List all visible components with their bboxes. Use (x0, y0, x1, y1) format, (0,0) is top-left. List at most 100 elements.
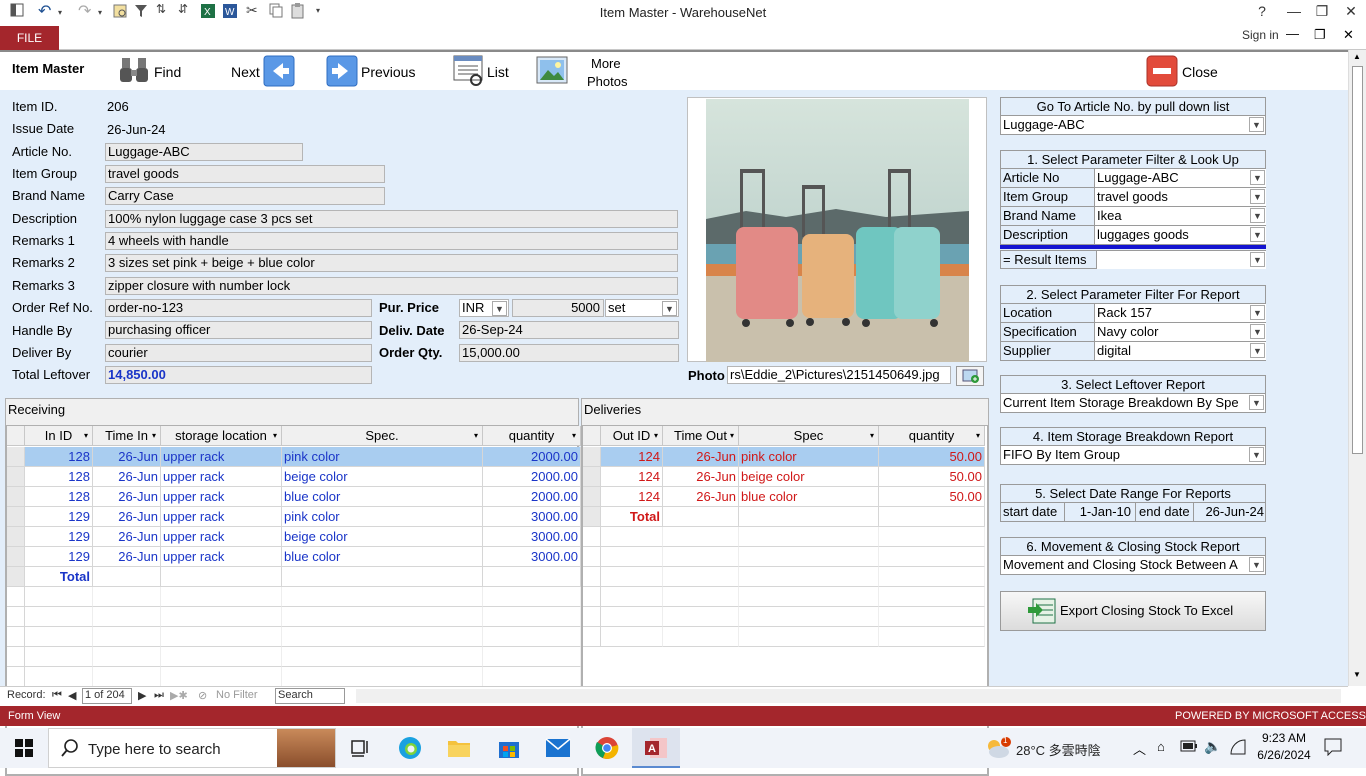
photo-path-field[interactable]: rs\Eddie_2\Pictures\2151450649.jpg (727, 366, 951, 384)
column-header[interactable]: Out ID ▾ (601, 426, 663, 446)
restore-icon[interactable]: ❐ (1312, 3, 1332, 20)
currency-dropdown-icon[interactable]: ▼ (492, 301, 507, 316)
export-closing-stock-button[interactable]: Export Closing Stock To Excel (1000, 591, 1266, 631)
order-ref-field[interactable]: order-no-123 (105, 299, 372, 317)
battery-icon[interactable] (1180, 740, 1198, 755)
filter-select[interactable]: Ikea ▼ (1094, 207, 1266, 225)
volume-icon[interactable]: 🔈 (1204, 738, 1221, 755)
row-selector[interactable] (7, 447, 25, 467)
table-cell[interactable]: 50.00 (879, 447, 985, 467)
table-cell[interactable]: upper rack (161, 467, 282, 487)
help-button[interactable]: ? (1252, 3, 1272, 19)
handle-by-field[interactable]: purchasing officer (105, 321, 372, 339)
add-photo-button[interactable] (956, 366, 984, 386)
wifi-icon[interactable] (1230, 739, 1246, 758)
column-header[interactable]: storage location ▾ (161, 426, 282, 446)
column-filter-icon[interactable]: ▾ (273, 426, 277, 446)
ribbon-minimize-icon[interactable]: — (1286, 26, 1299, 41)
row-selector[interactable] (583, 627, 601, 647)
nav-search-input[interactable]: Search (275, 688, 345, 704)
table-cell[interactable]: 2000.00 (483, 487, 581, 507)
p4-dropdown-icon[interactable]: ▼ (1249, 447, 1264, 462)
column-header[interactable]: Time Out ▾ (663, 426, 739, 446)
table-cell[interactable]: 26-Jun (93, 487, 161, 507)
row-selector[interactable] (7, 527, 25, 547)
filter-dropdown-icon[interactable]: ▼ (1250, 324, 1265, 339)
row-selector[interactable] (583, 587, 601, 607)
filter-select[interactable]: Rack 157 ▼ (1094, 304, 1266, 322)
table-cell[interactable]: 124 (601, 467, 663, 487)
row-selector[interactable] (583, 607, 601, 627)
table-cell[interactable]: 3000.00 (483, 507, 581, 527)
table-cell[interactable]: 129 (25, 547, 93, 567)
table-cell[interactable]: 128 (25, 487, 93, 507)
currency-select[interactable]: INR ▼ (459, 299, 509, 317)
edge-icon[interactable] (398, 736, 422, 763)
store-icon[interactable] (497, 736, 521, 763)
row-selector[interactable] (583, 567, 601, 587)
table-cell[interactable]: 50.00 (879, 467, 985, 487)
goto-select[interactable]: Luggage-ABC ▼ (1000, 116, 1266, 135)
ribbon-close-icon[interactable]: ✕ (1343, 27, 1354, 43)
table-cell[interactable]: 26-Jun (93, 527, 161, 547)
result-items-select[interactable]: ▼ (1096, 251, 1266, 269)
row-selector[interactable] (583, 507, 601, 527)
close-form-button[interactable]: Close (1146, 54, 1236, 88)
row-selector[interactable] (583, 447, 601, 467)
table-cell[interactable]: beige color (739, 467, 879, 487)
remarks2-field[interactable]: 3 sizes set pink + beige + blue color (105, 254, 678, 272)
notifications-icon[interactable] (1324, 738, 1342, 759)
start-date-field[interactable]: 1-Jan-10 (1064, 503, 1136, 521)
table-cell[interactable]: upper rack (161, 547, 282, 567)
meet-now-icon[interactable]: ⌂ (1157, 739, 1165, 754)
table-cell[interactable]: 26-Jun (663, 467, 739, 487)
close-window-icon[interactable]: ✕ (1341, 3, 1361, 20)
table-cell[interactable]: 124 (601, 487, 663, 507)
prev-record-icon[interactable]: ◀ (68, 689, 76, 702)
price-field[interactable]: 5000 (512, 299, 604, 317)
clock-date[interactable]: 6/26/2024 (1254, 748, 1314, 762)
column-filter-icon[interactable]: ▾ (84, 426, 88, 446)
table-cell[interactable]: beige color (282, 527, 483, 547)
goto-dropdown-icon[interactable]: ▼ (1249, 117, 1264, 132)
file-tab[interactable]: FILE (0, 26, 59, 50)
item-group-field[interactable]: travel goods (105, 165, 385, 183)
filter-dropdown-icon[interactable]: ▼ (1250, 343, 1265, 358)
unit-dropdown-icon[interactable]: ▼ (662, 301, 677, 316)
filter-dropdown-icon[interactable]: ▼ (1250, 189, 1265, 204)
form-vertical-scrollbar[interactable]: ▲ ▼ (1348, 50, 1366, 686)
column-filter-icon[interactable]: ▾ (870, 426, 874, 446)
row-selector[interactable] (583, 467, 601, 487)
task-view-icon[interactable] (350, 738, 370, 761)
column-header[interactable]: Time In ▾ (93, 426, 161, 446)
table-cell[interactable]: blue color (282, 547, 483, 567)
table-cell[interactable]: 26-Jun (663, 447, 739, 467)
weather-text[interactable]: 28°C 多雲時陰 (1016, 740, 1101, 759)
filter-select[interactable]: travel goods ▼ (1094, 188, 1266, 206)
column-header[interactable]: Spec ▾ (739, 426, 879, 446)
chrome-icon[interactable] (595, 736, 619, 763)
table-cell[interactable]: pink color (282, 447, 483, 467)
deliver-by-field[interactable]: courier (105, 344, 372, 362)
last-record-icon[interactable]: ⏭ (154, 689, 164, 702)
filter-dropdown-icon[interactable]: ▼ (1250, 227, 1265, 242)
scroll-down-icon[interactable]: ▼ (1353, 670, 1361, 679)
row-selector[interactable] (7, 627, 25, 647)
p6-select[interactable]: Movement and Closing Stock Between A ▼ (1000, 556, 1266, 575)
filter-select[interactable]: digital ▼ (1094, 342, 1266, 360)
sign-in-link[interactable]: Sign in (1242, 28, 1279, 42)
end-date-field[interactable]: 26-Jun-24 (1193, 503, 1266, 521)
mail-icon[interactable] (545, 738, 571, 761)
more-photos-button[interactable]: More Photos (536, 54, 636, 92)
column-filter-icon[interactable]: ▾ (730, 426, 734, 446)
table-cell[interactable]: 2000.00 (483, 467, 581, 487)
previous-button[interactable]: Previous (326, 54, 426, 88)
scroll-up-icon[interactable]: ▲ (1353, 52, 1361, 61)
first-record-icon[interactable]: ⏮ (52, 689, 62, 702)
table-cell[interactable]: 129 (25, 527, 93, 547)
p3-select[interactable]: Current Item Storage Breakdown By Spe ▼ (1000, 394, 1266, 413)
table-cell[interactable]: 128 (25, 467, 93, 487)
brand-name-field[interactable]: Carry Case (105, 187, 385, 205)
table-cell[interactable]: 26-Jun (663, 487, 739, 507)
table-cell[interactable]: blue color (739, 487, 879, 507)
